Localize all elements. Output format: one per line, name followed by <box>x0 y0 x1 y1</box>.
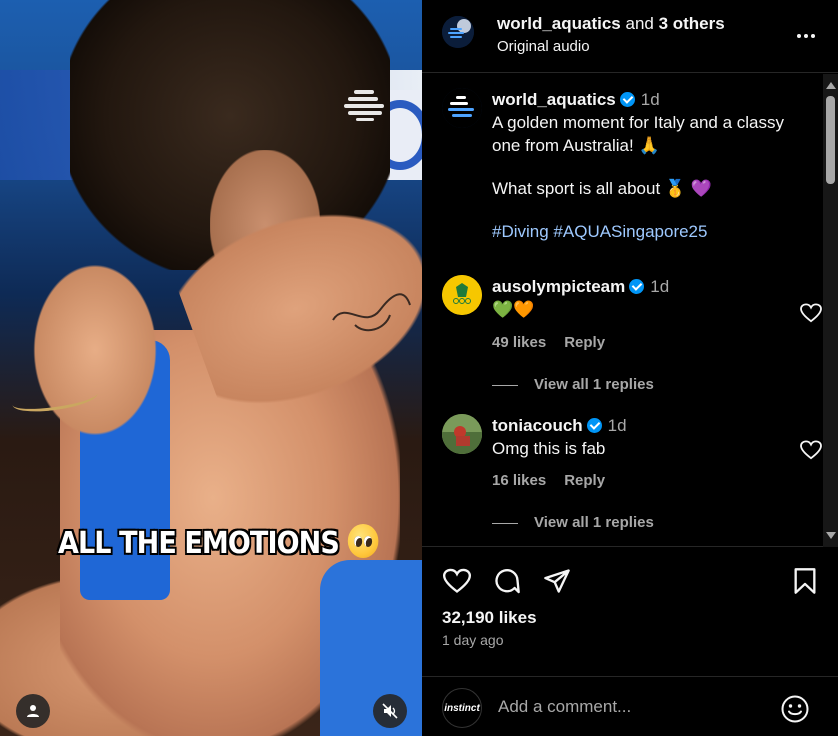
aus-olympic-logo-icon <box>442 275 482 315</box>
comment-bubble-icon <box>495 569 520 594</box>
world-aquatics-logo-icon <box>442 16 474 48</box>
post-actions: 32,190 likes 1 day ago <box>422 548 838 668</box>
user-photo-icon <box>442 414 482 454</box>
comment-meta: 16 likes Reply <box>492 472 623 489</box>
heart-icon <box>443 568 471 593</box>
caption-body: world_aquatics 1d A golden moment for Ita… <box>492 88 792 243</box>
dot-icon <box>804 34 808 38</box>
video-figure-tattoo <box>332 293 411 332</box>
post-video[interactable]: ALL THE EMOTIONS <box>0 0 422 736</box>
video-caption-overlay: ALL THE EMOTIONS <box>58 523 379 562</box>
author-username-link[interactable]: world_aquatics <box>497 14 621 33</box>
comment-button[interactable] <box>492 566 522 596</box>
speaker-muted-icon <box>382 703 398 719</box>
post-date[interactable]: 1 day ago <box>442 632 504 648</box>
comment-author-avatar[interactable] <box>442 414 482 454</box>
comment-body: toniacouch 1d Omg this is fab <box>492 414 802 460</box>
caption-username[interactable]: world_aquatics <box>492 90 616 109</box>
share-button[interactable] <box>542 566 572 596</box>
like-comment-heart-icon[interactable] <box>800 440 822 460</box>
video-figure-hand <box>30 260 160 440</box>
paper-plane-icon <box>544 569 570 593</box>
save-button[interactable] <box>790 566 820 596</box>
audio-link[interactable]: Original audio <box>497 38 590 55</box>
caption-hashtags[interactable]: #Diving #AQUASingapore25 <box>492 220 792 243</box>
post-header: world_aquatics and 3 others Original aud… <box>422 0 838 73</box>
video-caption-text: ALL THE EMOTIONS <box>58 526 340 561</box>
dot-icon <box>811 34 815 38</box>
world-aquatics-logo-icon <box>442 88 482 128</box>
view-replies-button[interactable]: View all 1 replies <box>492 376 654 393</box>
comment-input[interactable] <box>498 693 768 721</box>
hashtag-link[interactable]: #Diving <box>492 222 553 241</box>
like-comment-heart-icon[interactable] <box>800 303 822 323</box>
mute-toggle-button[interactable] <box>373 694 407 728</box>
tagged-users-button[interactable] <box>16 694 50 728</box>
author-avatar[interactable] <box>442 16 474 48</box>
comment-username[interactable]: ausolympicteam <box>492 277 625 296</box>
caption-author-avatar[interactable] <box>442 88 482 128</box>
post-authors: world_aquatics and 3 others <box>497 14 725 34</box>
comment-time[interactable]: 1d <box>608 416 627 435</box>
current-user-avatar: instinct <box>442 688 482 728</box>
scrollbar-thumb[interactable] <box>826 96 835 184</box>
more-options-button[interactable] <box>792 24 820 48</box>
person-icon <box>27 705 39 717</box>
hashtag-link[interactable]: #AQUASingapore25 <box>553 222 707 241</box>
comment-time[interactable]: 1d <box>650 277 669 296</box>
comment-text: 💚🧡 <box>492 300 535 319</box>
collaborators-link[interactable]: 3 others <box>659 14 725 33</box>
comment-username[interactable]: toniacouch <box>492 416 583 435</box>
dot-icon <box>797 34 801 38</box>
verified-badge-icon <box>629 279 645 294</box>
comments-scrollbar[interactable] <box>823 74 838 547</box>
view-replies-button[interactable]: View all 1 replies <box>492 514 654 531</box>
comment-text: Omg this is fab <box>492 439 606 458</box>
caption-text-line-1: A golden moment for Italy and a classy o… <box>492 113 784 155</box>
comment-likes[interactable]: 49 likes <box>492 334 546 351</box>
caption-time[interactable]: 1d <box>641 90 660 109</box>
caption-text-line-2: What sport is all about 🥇 💜 <box>492 179 712 198</box>
post-side-panel: world_aquatics and 3 others Original aud… <box>422 0 838 736</box>
authors-conjunction: and <box>620 14 659 33</box>
comment-composer: instinct <box>422 676 838 736</box>
scroll-down-arrow-icon[interactable] <box>826 532 836 539</box>
comment-author-avatar[interactable] <box>442 275 482 315</box>
comment-body: ausolympicteam 1d 💚🧡 <box>492 275 802 321</box>
verified-badge-icon <box>586 418 602 433</box>
verified-badge-icon <box>619 92 635 107</box>
comment-likes[interactable]: 16 likes <box>492 472 546 489</box>
pleading-face-icon <box>347 523 379 558</box>
world-aquatics-watermark <box>344 90 384 121</box>
scroll-up-arrow-icon[interactable] <box>826 82 836 89</box>
emoji-icon[interactable] <box>780 694 810 724</box>
comment-reply-button[interactable]: Reply <box>564 334 605 351</box>
current-user-avatar-text: instinct <box>444 702 480 714</box>
bookmark-icon <box>794 568 816 594</box>
comment-meta: 49 likes Reply <box>492 334 623 351</box>
like-count[interactable]: 32,190 likes <box>442 608 537 628</box>
like-button[interactable] <box>442 566 472 596</box>
comments-section[interactable]: world_aquatics 1d A golden moment for Ita… <box>422 74 838 547</box>
comment-reply-button[interactable]: Reply <box>564 472 605 489</box>
